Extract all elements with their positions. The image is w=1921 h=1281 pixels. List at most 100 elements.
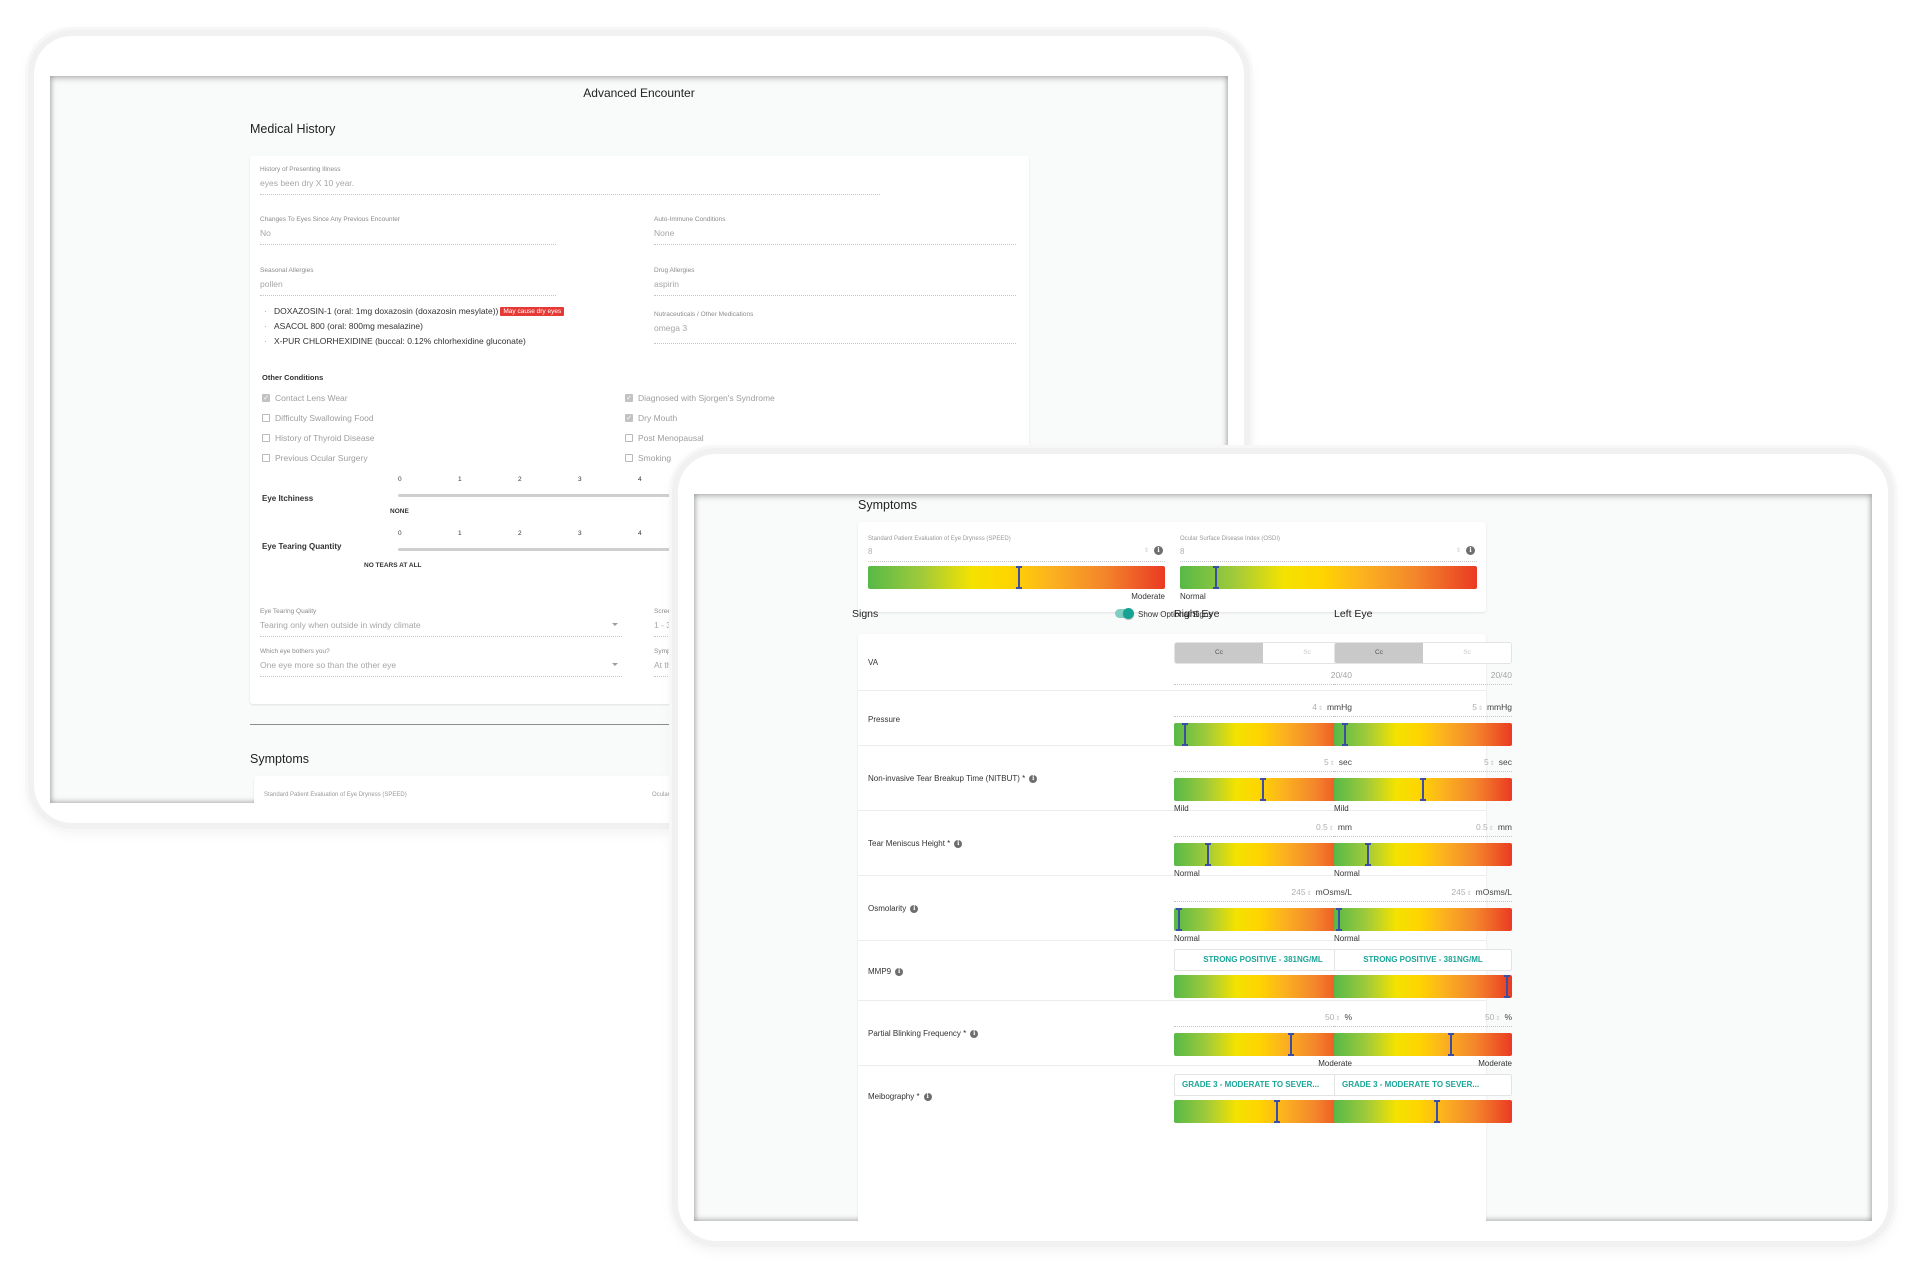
checkbox-post-menopausal[interactable]: Post Menopausal	[625, 433, 704, 443]
tmh-input[interactable]: 0.5⇕ mm	[1174, 819, 1352, 837]
spinner-icon[interactable]: ⇕	[1467, 891, 1472, 897]
info-icon[interactable]: i	[1029, 774, 1038, 783]
checkbox-checked-icon[interactable]: ✓	[625, 394, 633, 402]
speed-input[interactable]: 8 ⇕ i	[868, 542, 1165, 562]
gauge-marker	[1420, 778, 1426, 801]
info-icon[interactable]: i	[1466, 546, 1475, 555]
info-icon[interactable]: i	[970, 1029, 979, 1038]
partial-blinking-input[interactable]: 50⇕%	[1334, 1009, 1512, 1027]
dropdown-caret-icon[interactable]	[612, 663, 618, 666]
select-value[interactable]: One eye more so than the other eye	[260, 660, 622, 677]
va-value-input[interactable]: 20/40	[1334, 664, 1512, 685]
drug-allergies-input[interactable]: aspirin	[654, 279, 1016, 296]
history-presenting-illness-field[interactable]: History of Presenting Illness eyes been …	[260, 166, 880, 195]
partial-blinking-left-eye: 50⇕% Moderate	[1334, 1009, 1512, 1068]
speed-severity: Moderate	[1131, 592, 1165, 601]
which-eye-select[interactable]: Which eye bothers you? One eye more so t…	[260, 648, 622, 677]
seasonal-allergies-field[interactable]: Seasonal Allergies pollen	[260, 267, 556, 296]
sign-row-pressure: Pressure 4⇕ mmHg 5⇕ mmHg	[858, 691, 1512, 746]
osmolarity-input[interactable]: 245⇕ mOsms/L	[1174, 884, 1352, 902]
eye-tearing-quality-select[interactable]: Eye Tearing Quality Tearing only when ou…	[260, 608, 622, 637]
checkbox-sjorgens-syndrome[interactable]: ✓ Diagnosed with Sjorgen's Syndrome	[625, 393, 775, 403]
checkbox-empty-icon[interactable]	[262, 454, 270, 462]
cc-option[interactable]: Cc	[1175, 643, 1263, 663]
checkbox-thyroid-disease[interactable]: History of Thyroid Disease	[262, 433, 375, 443]
speed-value: 8	[868, 547, 873, 556]
changes-to-eyes-input[interactable]: No	[260, 228, 556, 245]
auto-immune-field[interactable]: Auto-Immune Conditions None	[654, 216, 1016, 245]
symptoms-heading: Symptoms	[250, 752, 310, 766]
osdi-input[interactable]: 8 ⇕ i	[1180, 542, 1477, 562]
input-value: 245	[1291, 887, 1306, 897]
spinner-icon[interactable]: ⇕	[1307, 891, 1312, 897]
mmp9-right-eye: STRONG POSITIVE - 381NG/ML	[1174, 949, 1352, 998]
row-label-text: Osmolarity	[868, 904, 907, 913]
pressure-input[interactable]: 4⇕ mmHg	[1174, 699, 1352, 717]
drug-allergies-field[interactable]: Drug Allergies aspirin	[654, 267, 1016, 296]
info-icon[interactable]: i	[923, 1092, 932, 1101]
nitbut-right-eye: 5⇕ sec Mild	[1174, 754, 1352, 813]
mmp9-result-select[interactable]: STRONG POSITIVE - 381NG/ML	[1174, 949, 1352, 971]
symptoms-heading: Symptoms	[858, 498, 918, 512]
spinner-icon[interactable]: ⇕	[1489, 826, 1494, 832]
checkbox-empty-icon[interactable]	[262, 434, 270, 442]
checkbox-empty-icon[interactable]	[625, 434, 633, 442]
checkbox-label: Contact Lens Wear	[275, 393, 348, 403]
slider-value-label: NO TEARS AT ALL	[364, 562, 422, 569]
row-label-text: Non-invasive Tear Breakup Time (NITBUT) …	[868, 774, 1026, 783]
info-icon[interactable]: i	[1154, 546, 1163, 555]
checkbox-contact-lens-wear[interactable]: ✓ Contact Lens Wear	[262, 393, 348, 403]
info-icon[interactable]: i	[954, 839, 963, 848]
info-icon[interactable]: i	[895, 967, 904, 976]
va-left-eye: Cc Sc 20/40	[1334, 642, 1512, 685]
toggle-knob[interactable]	[1123, 608, 1134, 619]
auto-immune-input[interactable]: None	[654, 228, 1016, 245]
checkbox-checked-icon[interactable]: ✓	[262, 394, 270, 402]
checkbox-previous-ocular-surgery[interactable]: Previous Ocular Surgery	[262, 453, 368, 463]
spinner-icon[interactable]: ⇕	[1495, 1016, 1500, 1022]
checkbox-empty-icon[interactable]	[262, 414, 270, 422]
nutraceuticals-field[interactable]: Nutraceuticals / Other Medications omega…	[654, 311, 1016, 344]
spinner-icon[interactable]: ⇕	[1456, 547, 1461, 554]
nitbut-input[interactable]: 5⇕ sec	[1174, 754, 1352, 772]
osmolarity-input[interactable]: 245⇕ mOsms/L	[1334, 884, 1512, 902]
tmh-input[interactable]: 0.5⇕ mm	[1334, 819, 1512, 837]
nutraceuticals-input[interactable]: omega 3	[654, 323, 1016, 344]
meibography-result-select[interactable]: GRADE 3 - MODERATE TO SEVER...	[1334, 1074, 1512, 1096]
history-presenting-illness-input[interactable]: eyes been dry X 10 year.	[260, 178, 880, 195]
partial-blinking-input[interactable]: 50⇕%	[1174, 1009, 1352, 1027]
sign-row-nitbut: Non-invasive Tear Breakup Time (NITBUT) …	[858, 746, 1512, 813]
spinner-icon[interactable]: ⇕	[1318, 706, 1323, 712]
row-label-text: MMP9	[868, 967, 892, 976]
spinner-icon[interactable]: ⇕	[1144, 547, 1149, 554]
spinner-icon[interactable]: ⇕	[1490, 761, 1495, 767]
dropdown-caret-icon[interactable]	[612, 623, 618, 626]
spinner-icon[interactable]: ⇕	[1478, 706, 1483, 712]
checkbox-checked-icon[interactable]: ✓	[625, 414, 633, 422]
checkbox-dry-mouth[interactable]: ✓ Dry Mouth	[625, 413, 677, 423]
nitbut-input[interactable]: 5⇕ sec	[1334, 754, 1512, 772]
cc-option[interactable]: Cc	[1335, 643, 1423, 663]
row-label-text: Meibography *	[868, 1092, 920, 1101]
correction-toggle[interactable]: Cc Sc	[1334, 642, 1512, 664]
meibography-result-select[interactable]: GRADE 3 - MODERATE TO SEVER...	[1174, 1074, 1352, 1096]
row-label: Meibography * i	[868, 1092, 932, 1101]
unit-label: mmHg	[1486, 702, 1512, 712]
pressure-gauge	[1174, 723, 1352, 746]
checkbox-smoking[interactable]: Smoking	[625, 453, 671, 463]
va-value-input[interactable]: 20/40	[1174, 664, 1352, 685]
seasonal-allergies-input[interactable]: pollen	[260, 279, 556, 296]
checkbox-difficulty-swallowing[interactable]: Difficulty Swallowing Food	[262, 413, 374, 423]
info-icon[interactable]: i	[910, 904, 919, 913]
changes-to-eyes-field[interactable]: Changes To Eyes Since Any Previous Encou…	[260, 216, 556, 245]
select-value[interactable]: Tearing only when outside in windy clima…	[260, 620, 622, 637]
field-label: Eye Tearing Quality	[260, 608, 317, 615]
tmh-gauge	[1334, 843, 1512, 866]
checkbox-empty-icon[interactable]	[625, 454, 633, 462]
correction-toggle[interactable]: Cc Sc	[1174, 642, 1352, 664]
pressure-input[interactable]: 5⇕ mmHg	[1334, 699, 1512, 717]
mmp9-result-select[interactable]: STRONG POSITIVE - 381NG/ML	[1334, 949, 1512, 971]
sc-option[interactable]: Sc	[1423, 643, 1511, 663]
show-optional-signs-toggle[interactable]	[1115, 608, 1134, 619]
speed-label: Standard Patient Evaluation of Eye Dryne…	[264, 792, 407, 798]
